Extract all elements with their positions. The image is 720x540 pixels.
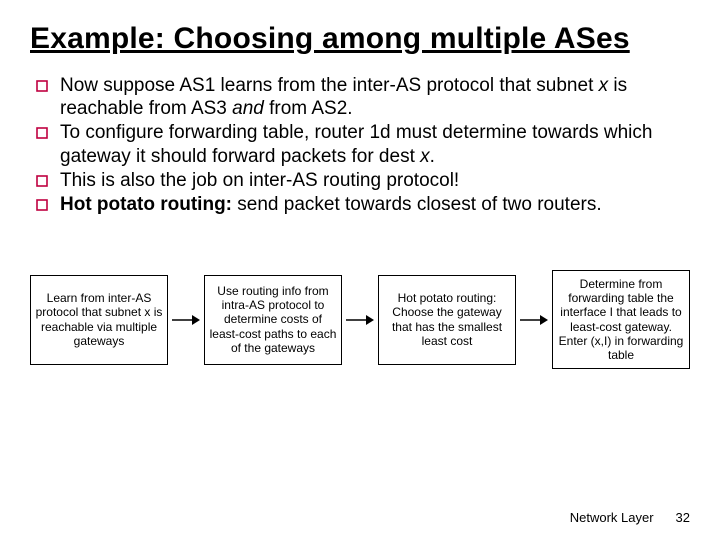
arrow-right-icon [172, 313, 200, 327]
bullet-list: Now suppose AS1 learns from the inter-AS… [36, 74, 690, 216]
bullet-text: Hot potato routing: send packet towards … [60, 193, 690, 216]
page-number: 32 [676, 510, 690, 525]
footer-label: Network Layer [570, 510, 654, 525]
bullet-text: This is also the job on inter-AS routing… [60, 169, 690, 192]
bullet-marker-icon [36, 74, 60, 120]
bullet-item: To configure forwarding table, router 1d… [36, 121, 690, 167]
flow-box: Learn from inter-AS protocol that subnet… [30, 275, 168, 365]
bullet-marker-icon [36, 193, 60, 216]
bullet-marker-icon [36, 121, 60, 167]
slide-title: Example: Choosing among multiple ASes [30, 22, 690, 56]
flow-diagram: Learn from inter-AS protocol that subnet… [30, 270, 690, 369]
flow-box: Determine from forwarding table the inte… [552, 270, 690, 369]
flow-box: Hot potato routing: Choose the gateway t… [378, 275, 516, 365]
arrow-right-icon [520, 313, 548, 327]
arrow-right-icon [346, 313, 374, 327]
slide-footer: Network Layer 32 [570, 510, 690, 525]
bullet-text: To configure forwarding table, router 1d… [60, 121, 690, 167]
bullet-item: This is also the job on inter-AS routing… [36, 169, 690, 192]
bullet-text: Now suppose AS1 learns from the inter-AS… [60, 74, 690, 120]
bullet-item: Now suppose AS1 learns from the inter-AS… [36, 74, 690, 120]
bullet-item: Hot potato routing: send packet towards … [36, 193, 690, 216]
bullet-marker-icon [36, 169, 60, 192]
flow-box: Use routing info from intra-AS protocol … [204, 275, 342, 365]
